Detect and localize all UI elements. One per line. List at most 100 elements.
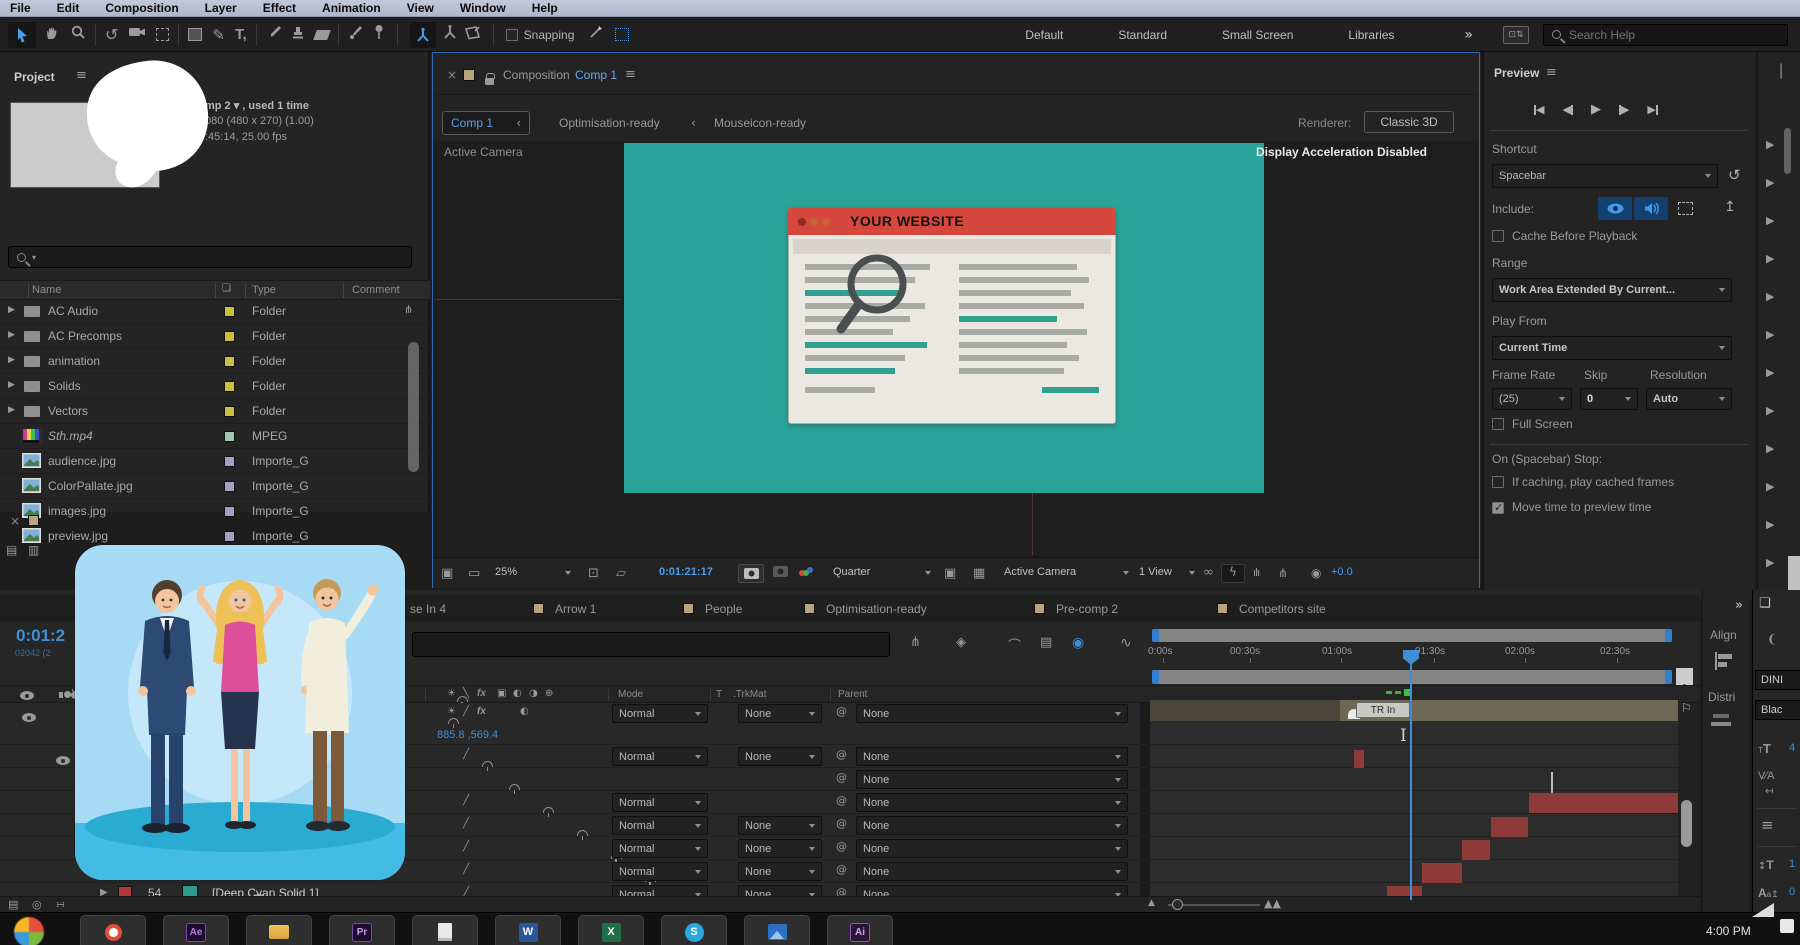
mode-select[interactable]: Normal: [612, 862, 708, 881]
tab-mouseicon-ready[interactable]: Mouseicon-ready: [714, 116, 806, 130]
time-ruler[interactable]: 0:00s 00:30s 01:00s 01:30s 02:00s 02:30s: [1140, 642, 1700, 664]
snapshot-icon[interactable]: [738, 564, 764, 583]
work-area-end-handle[interactable]: [1665, 629, 1672, 642]
panel-arrow-icon[interactable]: ▶: [1766, 328, 1774, 341]
menu-file[interactable]: File: [10, 1, 31, 15]
quality-switch[interactable]: ╱: [463, 706, 469, 717]
preview-panel-menu-icon[interactable]: ≡: [1546, 65, 1557, 80]
collapse-switch[interactable]: [509, 784, 520, 790]
mode-column[interactable]: Mode: [618, 689, 643, 700]
layer-bar[interactable]: [1491, 817, 1528, 837]
project-row[interactable]: ▶ Vectors Folder: [0, 400, 430, 424]
resolution-select[interactable]: Quarter: [833, 566, 870, 578]
panel-arrow-icon[interactable]: ▶: [1766, 214, 1774, 227]
panel-arrow-icon[interactable]: ▶: [1766, 556, 1774, 569]
pickwhip-icon[interactable]: @: [836, 817, 847, 830]
label-chip[interactable]: [224, 481, 235, 492]
column-comment[interactable]: Comment: [352, 284, 400, 296]
work-area-bar[interactable]: [1152, 670, 1672, 684]
taskbar-app-illustrator[interactable]: Ai: [827, 915, 893, 945]
track-scrollbar[interactable]: [1681, 800, 1692, 847]
project-search-input[interactable]: [42, 250, 382, 265]
baseline-shift-value[interactable]: 0: [1789, 886, 1795, 898]
goggles-icon[interactable]: ∞: [1203, 565, 1214, 580]
layer-visibility-toggle[interactable]: [22, 713, 36, 722]
parent-select[interactable]: None: [856, 862, 1128, 881]
axis-view-tool[interactable]: [464, 25, 481, 45]
mode-select[interactable]: Normal: [612, 793, 708, 812]
panel-arrow-icon[interactable]: ▶: [1766, 442, 1774, 455]
menu-effect[interactable]: Effect: [263, 1, 296, 15]
comp-panel-active-name[interactable]: Comp 1: [575, 68, 617, 82]
snap-arrow-icon[interactable]: [588, 25, 603, 45]
workspace-small-screen[interactable]: Small Screen: [1222, 28, 1293, 42]
work-area-end-handle[interactable]: [1665, 670, 1672, 684]
roi-icon[interactable]: ▱: [616, 566, 626, 581]
label-chip[interactable]: [224, 381, 235, 392]
workspace-standard[interactable]: Standard: [1118, 28, 1167, 42]
playhead-line[interactable]: [1410, 652, 1412, 900]
full-screen-checkbox[interactable]: [1492, 418, 1504, 430]
mini-flowchart-icon[interactable]: ⋔: [1278, 566, 1288, 580]
distribute-title[interactable]: Distri: [1708, 690, 1735, 704]
panel-arrow-icon[interactable]: ▶: [1766, 176, 1774, 189]
mode-select[interactable]: Normal: [612, 816, 708, 835]
disclosure-icon[interactable]: ▶: [8, 405, 15, 415]
show-snapshot-icon[interactable]: [773, 566, 788, 580]
label-chip[interactable]: [224, 356, 235, 367]
share-icon[interactable]: ↥: [1724, 199, 1736, 215]
zoom-tool[interactable]: [70, 24, 86, 45]
project-row[interactable]: audience.jpg Importe_G: [0, 450, 430, 474]
layer-bar[interactable]: [1529, 793, 1678, 813]
magnification-select[interactable]: 25%: [495, 566, 517, 578]
pickwhip-icon[interactable]: @: [836, 705, 847, 718]
label-chip[interactable]: [224, 406, 235, 417]
exposure-value[interactable]: +0.0: [1331, 566, 1353, 578]
timeline-search-input[interactable]: [413, 633, 873, 655]
quality-switch[interactable]: ╱: [463, 795, 469, 806]
camera-select[interactable]: Active Camera: [1004, 566, 1076, 578]
start-button[interactable]: [14, 917, 44, 945]
pickwhip-icon[interactable]: @: [836, 748, 847, 761]
font-family-field[interactable]: DINI: [1755, 670, 1800, 690]
t-column[interactable]: T: [716, 689, 722, 700]
current-time-display[interactable]: 0:01:2: [16, 626, 65, 646]
menu-window[interactable]: Window: [460, 1, 506, 15]
taskbar-clock[interactable]: 4:00 PM: [1706, 924, 1751, 938]
motion-blur-icon[interactable]: ◉: [1072, 635, 1084, 651]
sun-switch[interactable]: ☀: [447, 706, 456, 717]
draft-3d-icon[interactable]: ◈: [956, 635, 966, 650]
project-row[interactable]: ▶ AC Audio Folder ⋔: [0, 300, 430, 324]
project-footer-icon-2[interactable]: ▥: [28, 543, 39, 557]
parent-select[interactable]: None: [856, 816, 1128, 835]
label-chip[interactable]: [224, 506, 235, 517]
project-footer-icon-1[interactable]: ▤: [6, 543, 17, 557]
expand-switches-icon[interactable]: ▤: [8, 898, 18, 911]
layer-bar[interactable]: [1354, 750, 1364, 768]
frame-rate-select[interactable]: (25): [1492, 388, 1572, 410]
tab-optimisation-ready[interactable]: Optimisation-ready: [559, 116, 660, 130]
collapse-switch[interactable]: [543, 807, 554, 813]
timeline-overflow[interactable]: »: [1735, 598, 1743, 613]
crop-icon[interactable]: ⊡: [588, 566, 599, 581]
project-row[interactable]: ▶ AC Precomps Folder: [0, 325, 430, 349]
timeline-tab[interactable]: Competitors site: [1239, 602, 1326, 616]
taskbar-app-aftereffects[interactable]: Ae: [163, 915, 229, 945]
magnification-caret[interactable]: [565, 571, 571, 575]
project-panel-title[interactable]: Project: [14, 70, 55, 84]
channels-icon[interactable]: [799, 567, 813, 579]
preview-panel-title[interactable]: Preview: [1494, 66, 1539, 80]
include-overlays-button[interactable]: [1670, 197, 1700, 220]
cache-before-playback-checkbox[interactable]: [1492, 230, 1504, 242]
camera-caret[interactable]: [1123, 571, 1129, 575]
parent-select[interactable]: None: [856, 839, 1128, 858]
layer-visibility-toggle[interactable]: [56, 756, 70, 765]
label-chip[interactable]: [224, 331, 235, 342]
search-help-input[interactable]: [1569, 28, 1759, 42]
quality-switch[interactable]: ╱: [463, 864, 469, 875]
pickwhip-icon[interactable]: @: [836, 771, 847, 784]
comp-mini-flowchart-icon[interactable]: ⋔: [910, 635, 921, 650]
shape-tool[interactable]: [188, 28, 202, 41]
comp-panel-close[interactable]: ×: [447, 68, 457, 82]
parent-select[interactable]: None: [856, 770, 1128, 789]
